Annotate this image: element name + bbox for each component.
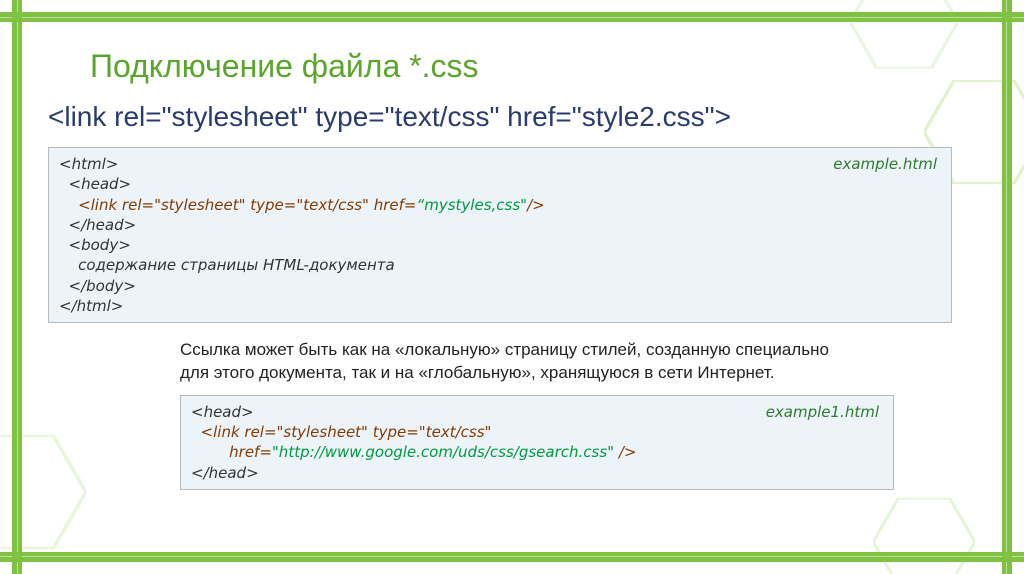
code-example-2: example1.html <head> <link rel="styleshe…: [180, 395, 894, 490]
code-line: <body>: [59, 235, 941, 255]
code-text: />: [527, 196, 545, 214]
code-text: “mystyles,css": [416, 196, 527, 214]
slide-subtitle: <link rel="stylesheet" type="text/css" h…: [48, 101, 964, 133]
code-line: </head>: [191, 463, 883, 483]
code-text: <link rel="stylesheet" type="text/css" h…: [59, 196, 416, 214]
code-line: <link rel="stylesheet" type="text/css" h…: [59, 195, 941, 215]
code-line: href="http://www.google.com/uds/css/gsea…: [191, 442, 883, 462]
code-line: <head>: [59, 174, 941, 194]
code-line: содержание страницы HTML-документа: [59, 255, 941, 275]
code-example-1: example.html <html> <head> <link rel="st…: [48, 147, 952, 323]
code-text: href=: [191, 443, 272, 461]
paragraph-text: Ссылка может быть как на «локальную» стр…: [180, 339, 840, 385]
code-line: <link rel="stylesheet" type="text/css": [191, 422, 883, 442]
code-text: />: [614, 443, 636, 461]
code-line: </body>: [59, 276, 941, 296]
code-filename: example1.html: [766, 402, 879, 422]
code-line: </html>: [59, 296, 941, 316]
code-line: </head>: [59, 215, 941, 235]
code-filename: example.html: [833, 154, 937, 174]
slide: Подключение файла *.css <link rel="style…: [0, 0, 1024, 574]
code-line: <html>: [59, 154, 941, 174]
slide-title: Подключение файла *.css: [90, 48, 964, 85]
slide-content: Подключение файла *.css <link rel="style…: [60, 40, 964, 534]
frame-decoration: [0, 548, 1024, 562]
code-text: "http://www.google.com/uds/css/gsearch.c…: [272, 443, 614, 461]
